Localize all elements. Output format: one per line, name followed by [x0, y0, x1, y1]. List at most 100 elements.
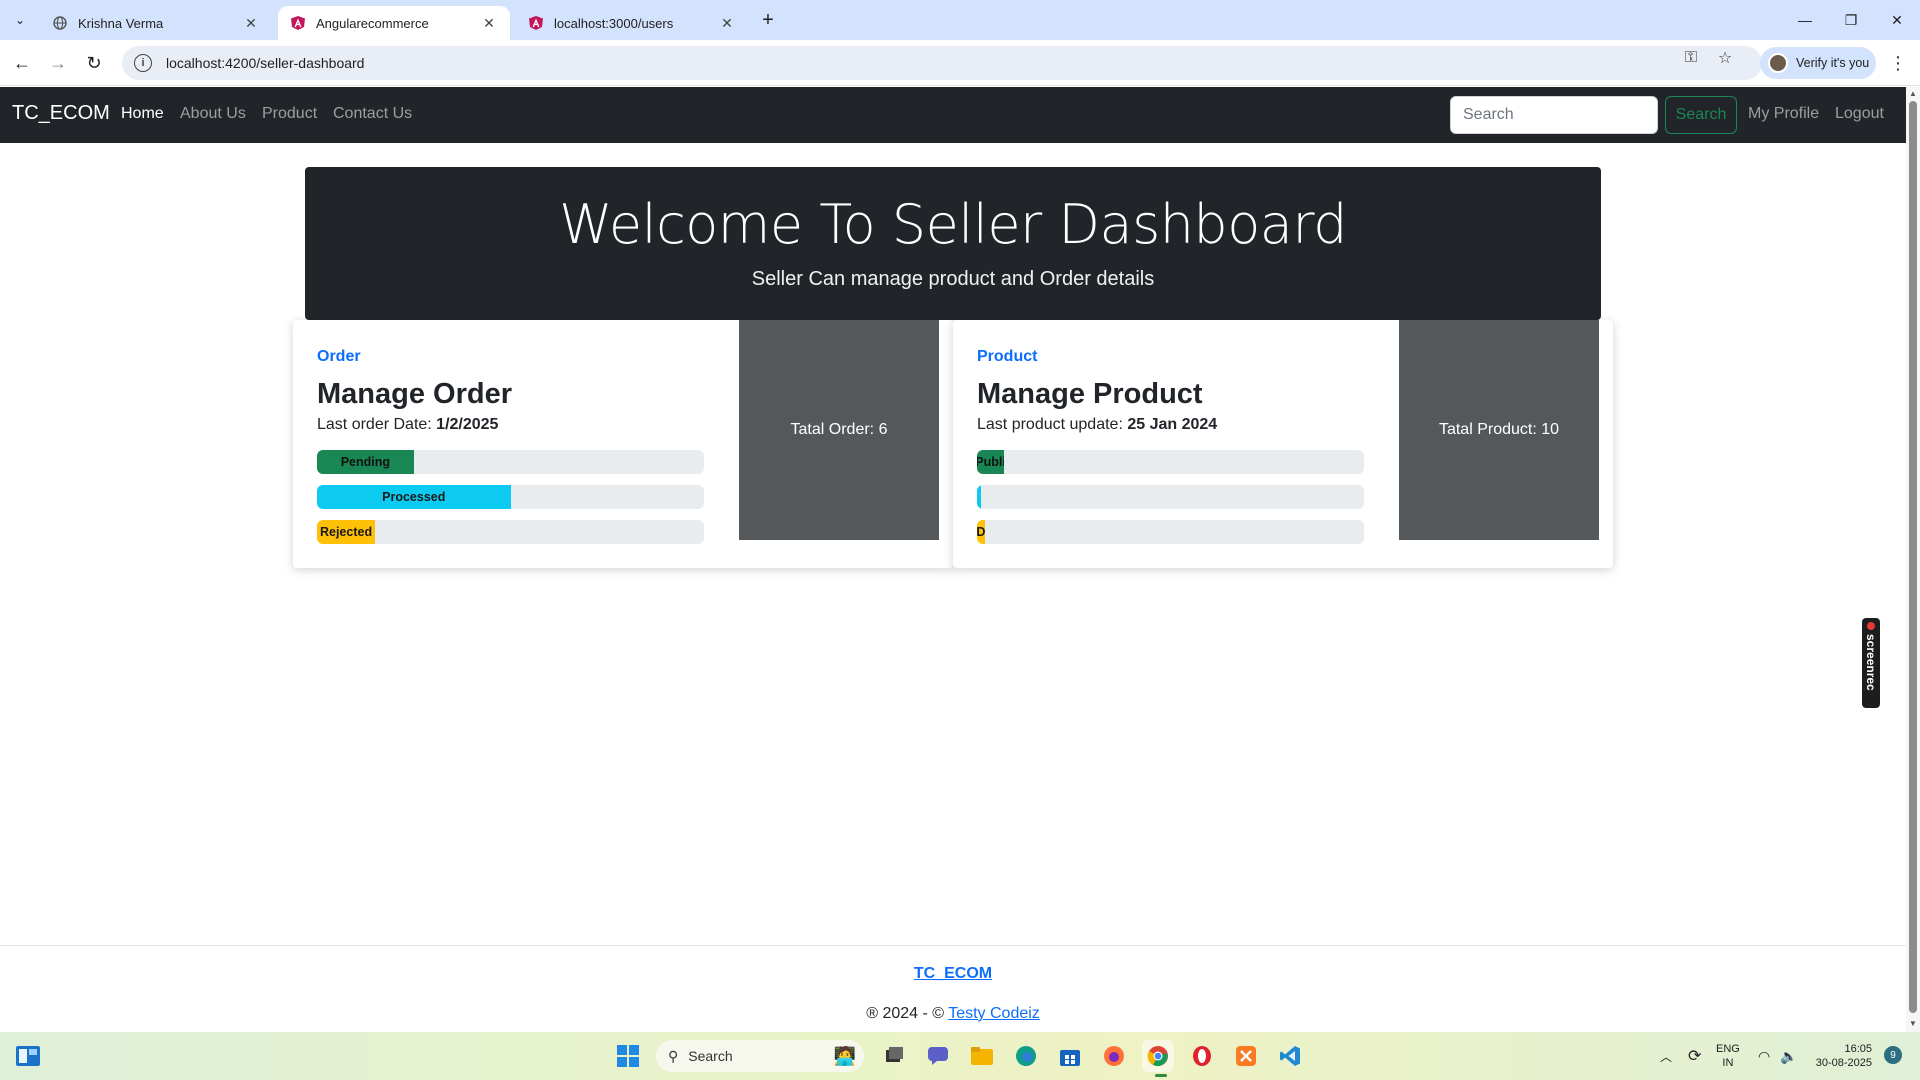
widgets-icon[interactable] [12, 1040, 44, 1072]
scroll-up-arrow-icon[interactable]: ▲ [1908, 89, 1918, 99]
progress-bar-second [977, 485, 1364, 509]
address-bar[interactable]: i localhost:4200/seller-dashboard [122, 46, 1762, 80]
teams-chat-icon[interactable] [922, 1040, 954, 1072]
active-app-indicator [1155, 1074, 1167, 1077]
restore-icon[interactable]: ❐ [1828, 0, 1874, 40]
password-key-icon[interactable]: ⚿ [1680, 47, 1702, 69]
navbar-brand[interactable]: TC_ECOM [12, 102, 110, 125]
progress-bar-published: Publi [977, 450, 1364, 474]
nav-link-about-us[interactable]: About Us [180, 105, 246, 123]
browser-toolbar: ← → ↻ i localhost:4200/seller-dashboard … [0, 40, 1920, 86]
minimize-icon[interactable]: — [1782, 0, 1828, 40]
footer-brand: TC_ECOM [0, 965, 1906, 983]
hero-subtitle: Seller Can manage product and Order deta… [751, 268, 1155, 290]
verify-label: Verify it's you [1796, 56, 1870, 70]
chrome-icon[interactable] [1142, 1040, 1174, 1072]
xampp-icon[interactable] [1230, 1040, 1262, 1072]
tab-search-chevron-icon[interactable]: ⌄ [8, 8, 32, 32]
edge-browser-icon[interactable] [1010, 1040, 1042, 1072]
back-arrow-icon[interactable]: ← [10, 51, 34, 75]
windows-start-icon[interactable] [612, 1040, 644, 1072]
nav-link-home[interactable]: Home [121, 105, 164, 123]
app-navbar: TC_ECOM Home About Us Product Contact Us… [0, 87, 1906, 143]
progress-bar-pending: Pending [317, 450, 704, 474]
progress-fill: D [977, 520, 985, 544]
scroll-down-arrow-icon[interactable]: ▼ [1908, 1019, 1918, 1029]
footer-divider [0, 945, 1906, 946]
close-window-icon[interactable]: ✕ [1874, 0, 1920, 40]
profile-verify-button[interactable]: Verify it's you [1760, 47, 1876, 79]
system-clock[interactable]: 16:05 30-08-2025 [1808, 1042, 1872, 1070]
total-order-panel: Tatal Order: 6 [739, 320, 939, 540]
notification-badge[interactable]: 9 [1884, 1046, 1902, 1064]
progress-fill: Processed [317, 485, 511, 509]
search-icon: ⚲ [668, 1047, 679, 1064]
card-eyebrow: Product [977, 348, 1038, 365]
total-product-text: Tatal Product: 10 [1438, 421, 1560, 438]
browser-menu-icon[interactable]: ⋮ [1888, 51, 1908, 75]
copyright-text: ® 2024 - © [866, 1005, 949, 1022]
language-indicator[interactable]: ENG IN [1716, 1042, 1740, 1070]
search-button[interactable]: Search [1665, 96, 1737, 134]
lang-region: IN [1722, 1057, 1734, 1069]
forward-arrow-icon[interactable]: → [46, 51, 70, 75]
progress-bar-rejected: Rejected [317, 520, 704, 544]
close-tab-icon[interactable]: ✕ [718, 14, 736, 32]
search-input[interactable] [1450, 96, 1658, 134]
clock-date: 30-08-2025 [1815, 1057, 1872, 1069]
card-subtitle: Last order Date: 1/2/2025 [317, 416, 498, 434]
total-product-panel: Tatal Product: 10 [1399, 320, 1599, 540]
vscode-icon[interactable] [1274, 1040, 1306, 1072]
screenrec-widget[interactable]: screenrec [1862, 618, 1880, 708]
url-text: localhost:4200/seller-dashboard [166, 55, 365, 71]
bookmark-star-icon[interactable]: ☆ [1714, 47, 1736, 69]
lang-code: ENG [1716, 1043, 1740, 1055]
my-profile-link[interactable]: My Profile [1748, 105, 1819, 123]
last-order-date: 1/2/2025 [436, 416, 499, 433]
logout-link[interactable]: Logout [1835, 105, 1884, 123]
close-tab-icon[interactable]: ✕ [242, 14, 260, 32]
tray-chevron-up-icon[interactable]: ︿ [1660, 1032, 1672, 1080]
progress-fill [977, 485, 981, 509]
page-scrollbar[interactable]: ▲ ▼ [1906, 87, 1920, 1032]
taskbar-search-box[interactable]: ⚲ Search 🧑‍💻 [656, 1040, 864, 1072]
last-order-label: Last order Date: [317, 416, 437, 433]
progress-bar-draft: D [977, 520, 1364, 544]
globe-icon [52, 15, 68, 31]
nav-link-contact-us[interactable]: Contact Us [333, 105, 412, 123]
scrollbar-thumb[interactable] [1909, 101, 1917, 1013]
card-title: Manage Order [317, 378, 512, 410]
new-tab-plus-icon[interactable]: + [756, 8, 780, 32]
browser-tab-angularecommerce[interactable]: Angularecommerce ✕ [278, 6, 510, 40]
screenrec-label: screenrec [1864, 634, 1878, 691]
page-viewport: TC_ECOM Home About Us Product Contact Us… [0, 87, 1906, 1032]
card-eyebrow: Order [317, 348, 361, 365]
angular-logo-icon [290, 15, 306, 31]
microsoft-store-icon[interactable] [1054, 1040, 1086, 1072]
wifi-icon[interactable]: ◠ [1758, 1032, 1770, 1080]
copyright-link[interactable]: Testy Codeiz [948, 1005, 1040, 1022]
file-explorer-icon[interactable] [966, 1040, 998, 1072]
tab-title: Krishna Verma [78, 15, 164, 31]
firefox-icon[interactable] [1098, 1040, 1130, 1072]
progress-fill: Pending [317, 450, 414, 474]
close-tab-icon[interactable]: ✕ [480, 14, 498, 32]
angular-logo-icon [528, 15, 544, 31]
browser-tab-localhost-users[interactable]: localhost:3000/users ✕ [516, 6, 748, 40]
taskbar-search-placeholder: Search [688, 1048, 733, 1064]
card-subtitle: Last product update: 25 Jan 2024 [977, 416, 1217, 434]
browser-tab-krishna-verma[interactable]: Krishna Verma ✕ [40, 6, 272, 40]
reload-icon[interactable]: ↻ [82, 51, 106, 75]
product-card: Product Manage Product Last product upda… [953, 320, 1613, 568]
order-card: Order Manage Order Last order Date: 1/2/… [293, 320, 953, 568]
sync-icon[interactable]: ⟳ [1688, 1032, 1701, 1080]
volume-icon[interactable]: 🔈 [1780, 1032, 1797, 1080]
total-order-text: Tatal Order: 6 [790, 421, 888, 438]
opera-icon[interactable] [1186, 1040, 1218, 1072]
tab-title: localhost:3000/users [554, 15, 674, 31]
task-view-icon[interactable] [878, 1040, 910, 1072]
footer-brand-link[interactable]: TC_ECOM [914, 965, 992, 982]
nav-link-product[interactable]: Product [262, 105, 317, 123]
progress-fill: Rejected [317, 520, 376, 544]
site-info-icon[interactable]: i [134, 54, 152, 72]
